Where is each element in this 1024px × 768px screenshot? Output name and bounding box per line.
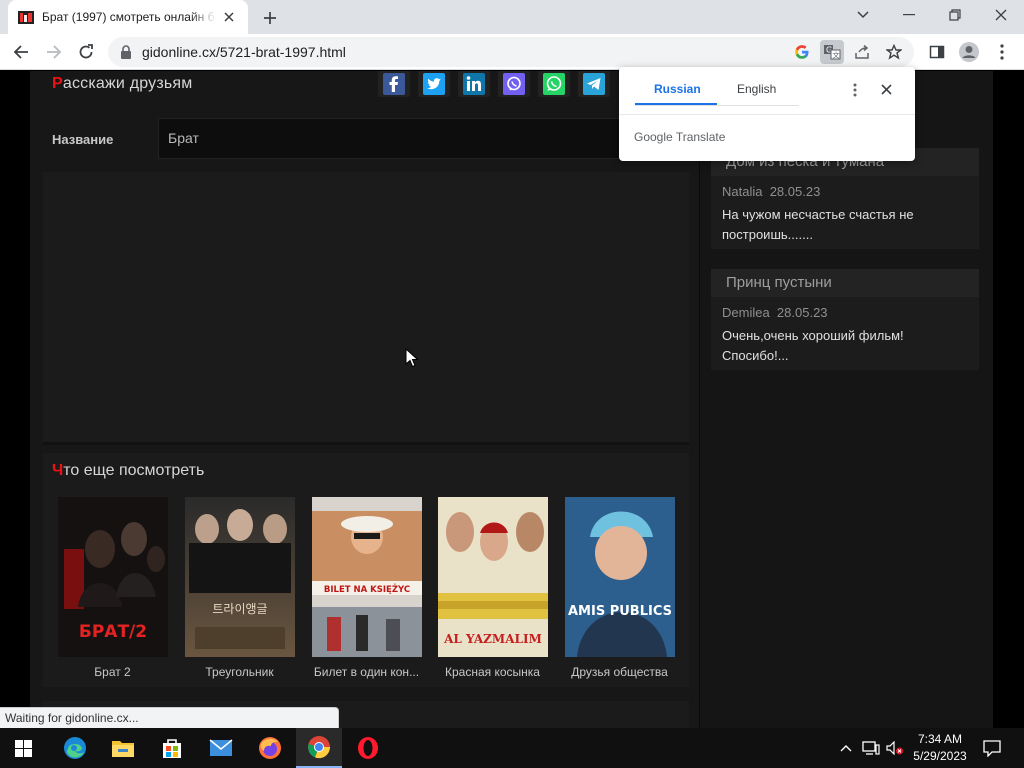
share-buttons bbox=[378, 71, 610, 97]
tab-strip: Брат (1997) смотреть онлайн бесплатно bbox=[0, 0, 1024, 34]
tab-close-icon[interactable] bbox=[220, 8, 238, 26]
forward-button[interactable] bbox=[40, 38, 68, 66]
poster-brat-2[interactable]: БРАТ/2 bbox=[58, 497, 168, 657]
volume-muted-icon[interactable] bbox=[884, 728, 906, 768]
twitter-share-button[interactable] bbox=[418, 71, 450, 97]
svg-text:文: 文 bbox=[833, 51, 840, 60]
tab-english[interactable]: English bbox=[737, 82, 776, 106]
name-field-value: Брат bbox=[168, 130, 199, 146]
comment-movie-link[interactable]: Принц пустыни bbox=[711, 269, 979, 297]
back-button[interactable] bbox=[7, 38, 35, 66]
site-favicon-icon bbox=[18, 11, 34, 24]
comment-meta: Natalia 28.05.23 bbox=[722, 184, 821, 199]
reload-button[interactable] bbox=[72, 38, 100, 66]
more-options-icon[interactable] bbox=[853, 83, 857, 97]
close-popup-icon[interactable] bbox=[881, 84, 892, 95]
comment-card: Принц пустыни Demilea 28.05.23 Очень,оче… bbox=[711, 269, 979, 370]
show-hidden-icons-chevron-icon[interactable] bbox=[836, 728, 856, 768]
browser-toolbar: gidonline.cx/5721-brat-1997.html G文 bbox=[0, 34, 1024, 70]
firefox-taskbar-icon[interactable] bbox=[247, 728, 293, 768]
tab-search-icon[interactable] bbox=[840, 0, 886, 30]
file-explorer-taskbar-icon[interactable] bbox=[100, 728, 146, 768]
poster-caption[interactable]: Красная косынка bbox=[429, 665, 556, 679]
poster-caption[interactable]: Брат 2 bbox=[49, 665, 176, 679]
status-bubble: Waiting for gidonline.cx... bbox=[0, 707, 339, 728]
minimize-icon[interactable] bbox=[886, 0, 932, 30]
poster-amis-publics[interactable]: AMIS PUBLICS bbox=[565, 497, 675, 657]
windows-logo-icon bbox=[14, 739, 32, 757]
google-translate-popup: Russian English Google Translate bbox=[619, 67, 915, 161]
name-field-label: Название bbox=[52, 132, 114, 147]
tab-divider bbox=[635, 105, 799, 106]
share-icon[interactable] bbox=[850, 40, 874, 64]
clock-date: 5/29/2023 bbox=[913, 749, 967, 763]
url-text[interactable]: gidonline.cx/5721-brat-1997.html bbox=[142, 44, 346, 60]
mail-taskbar-icon[interactable] bbox=[198, 728, 244, 768]
svg-text:AMIS PUBLICS: AMIS PUBLICS bbox=[568, 604, 672, 619]
comment-text: На чужом несчастье счастья не построишь.… bbox=[722, 207, 914, 242]
web-page: Расскажи друзьям Название Брат Что еще п… bbox=[0, 71, 1024, 728]
lock-icon[interactable] bbox=[120, 45, 132, 59]
comment-card: Дом из песка и тумана Natalia 28.05.23 Н… bbox=[711, 148, 979, 249]
close-window-icon[interactable] bbox=[978, 0, 1024, 30]
windows-taskbar: 7:34 AM 5/29/2023 bbox=[0, 728, 1024, 768]
active-tab-indicator bbox=[635, 103, 717, 105]
poster-caption[interactable]: Билет в один кон... bbox=[303, 665, 430, 679]
notifications-icon[interactable] bbox=[978, 728, 1006, 768]
side-panel-icon[interactable] bbox=[923, 38, 951, 66]
telegram-share-button[interactable] bbox=[578, 71, 610, 97]
browser-tab[interactable]: Брат (1997) смотреть онлайн бесплатно bbox=[8, 0, 248, 34]
network-icon[interactable] bbox=[860, 728, 882, 768]
store-taskbar-icon[interactable] bbox=[149, 728, 195, 768]
new-tab-button[interactable] bbox=[258, 6, 282, 30]
poster-triangle[interactable]: 트라이앵글 bbox=[185, 497, 295, 657]
linkedin-share-button[interactable] bbox=[458, 71, 490, 97]
share-heading: Расскажи друзьям bbox=[52, 75, 193, 92]
comment-meta: Demilea 28.05.23 bbox=[722, 305, 828, 320]
video-player[interactable] bbox=[43, 172, 689, 445]
svg-text:트라이앵글: 트라이앵글 bbox=[212, 602, 267, 616]
viber-share-button[interactable] bbox=[498, 71, 530, 97]
google-lens-icon[interactable] bbox=[790, 40, 814, 64]
svg-text:БРАТ/2: БРАТ/2 bbox=[79, 622, 147, 642]
popup-divider bbox=[619, 114, 915, 115]
edge-taskbar-icon[interactable] bbox=[52, 728, 98, 768]
restore-icon[interactable] bbox=[932, 0, 978, 30]
tab-title: Брат (1997) смотреть онлайн бесплатно bbox=[42, 10, 216, 24]
address-bar[interactable]: gidonline.cx/5721-brat-1997.html G文 bbox=[108, 37, 914, 67]
chrome-menu-icon[interactable] bbox=[988, 38, 1016, 66]
svg-text:BILET NA KSIĘŻYC: BILET NA KSIĘŻYC bbox=[324, 584, 410, 595]
facebook-share-button[interactable] bbox=[378, 71, 410, 97]
comment-text: Очень,очень хороший фильм! Спосибо!... bbox=[722, 328, 904, 363]
related-movies-heading: Что еще посмотреть bbox=[52, 462, 205, 479]
poster-caption[interactable]: Друзья общества bbox=[556, 665, 683, 679]
whatsapp-share-button[interactable] bbox=[538, 71, 570, 97]
svg-text:AL YAZMALIM: AL YAZMALIM bbox=[443, 632, 542, 646]
poster-caption[interactable]: Треугольник bbox=[176, 665, 303, 679]
start-button[interactable] bbox=[0, 728, 46, 768]
clock-time: 7:34 AM bbox=[917, 732, 963, 746]
bookmark-star-icon[interactable] bbox=[882, 40, 906, 64]
profile-avatar-icon[interactable] bbox=[955, 38, 983, 66]
mouse-cursor-icon bbox=[405, 348, 419, 368]
name-field-box bbox=[158, 118, 688, 159]
chrome-taskbar-icon[interactable] bbox=[296, 728, 342, 768]
system-clock[interactable]: 7:34 AM 5/29/2023 bbox=[907, 731, 973, 765]
opera-taskbar-icon[interactable] bbox=[345, 728, 391, 768]
google-translate-brand: Google Translate bbox=[634, 130, 726, 144]
poster-bilet-na-ksiezyc[interactable]: BILET NA KSIĘŻYC bbox=[312, 497, 422, 657]
translate-icon[interactable]: G文 bbox=[820, 40, 844, 64]
poster-al-yazmalim[interactable]: AL YAZMALIM bbox=[438, 497, 548, 657]
